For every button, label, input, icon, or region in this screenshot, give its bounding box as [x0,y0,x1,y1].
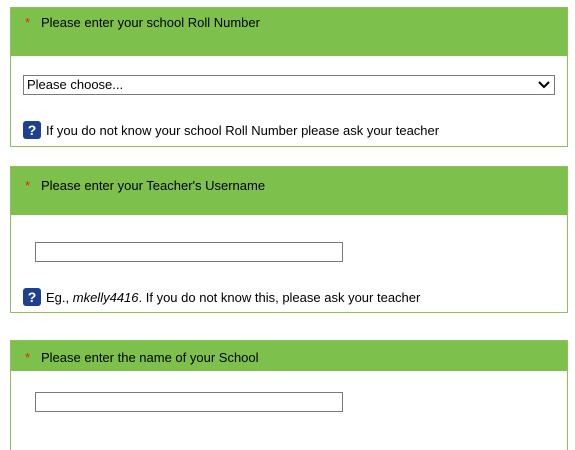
school-name-header: * Please enter the name of your School [11,341,567,371]
school-name-input[interactable] [35,392,343,412]
roll-number-header: * Please enter your school Roll Number [11,8,567,56]
roll-number-select-value: Please choose... [27,77,124,92]
school-name-heading: Please enter the name of your School [41,350,259,365]
roll-number-help-text: If you do not know your school Roll Numb… [46,122,440,138]
roll-number-panel: * Please enter your school Roll Number P… [10,7,568,147]
teacher-username-help: ? Eg., mkelly4416. If you do not know th… [23,288,420,306]
help-icon: ? [23,121,41,139]
teacher-username-header: * Please enter your Teacher's Username [11,167,567,215]
teacher-username-help-example: mkelly4416 [72,289,139,305]
roll-number-help: ? If you do not know your school Roll Nu… [23,121,439,139]
school-name-panel: * Please enter the name of your School [10,340,568,450]
teacher-username-input[interactable] [35,242,343,262]
chevron-down-icon [538,81,550,89]
teacher-username-help-prefix: Eg., [46,289,73,305]
teacher-username-panel: * Please enter your Teacher's Username ?… [10,166,568,313]
help-icon: ? [23,288,41,306]
teacher-username-heading: Please enter your Teacher's Username [41,178,266,193]
required-asterisk: * [25,178,31,193]
teacher-username-help-suffix: . If you do not know this, please ask yo… [138,289,421,305]
roll-number-heading: Please enter your school Roll Number [41,15,260,30]
roll-number-select[interactable]: Please choose... [23,75,555,95]
required-asterisk: * [25,15,31,30]
required-asterisk: * [25,350,31,365]
